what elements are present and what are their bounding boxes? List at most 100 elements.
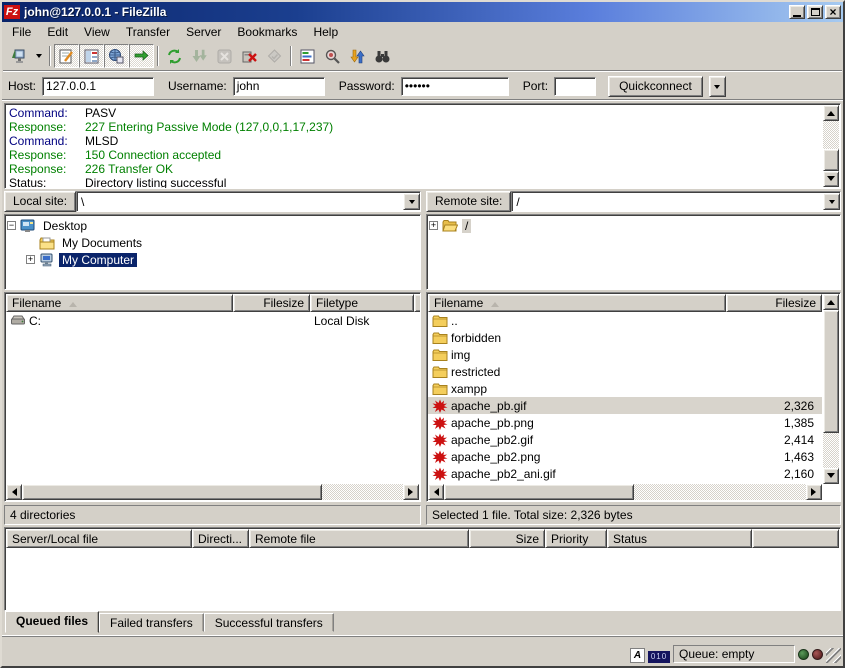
username-input[interactable]: john [233,77,325,96]
scrollbar-thumb[interactable] [823,310,839,433]
tree-item[interactable]: My Documents [7,234,418,251]
menu-item[interactable]: Edit [39,23,76,41]
toggle-transfer-queue-button[interactable] [129,44,154,68]
queue-tab[interactable]: Queued files [5,611,99,633]
column-header-filesize[interactable]: Filesize [726,294,822,312]
resize-grip[interactable] [826,648,841,663]
file-row[interactable]: restricted [428,363,822,380]
tree-item[interactable]: Desktop [7,217,418,234]
quickconnect-dropdown-button[interactable] [709,76,726,97]
directory-comparison-button[interactable] [320,44,345,68]
file-row[interactable]: apache_pb2_ani.gif 2,160 [428,465,822,482]
menu-item[interactable]: Transfer [118,23,178,41]
tree-expander[interactable] [7,221,16,230]
queue-header: Server/Local file Directi... Remote file… [6,529,839,548]
sort-ascending-icon [491,298,499,307]
queue-tab[interactable]: Failed transfers [99,613,204,632]
scrollbar-thumb[interactable] [444,484,634,500]
find-files-button[interactable] [370,44,395,68]
tree-expander[interactable] [429,221,438,230]
column-header-size[interactable]: Size [469,529,545,548]
scrollbar-thumb[interactable] [22,484,322,500]
column-header-filename[interactable]: Filename [428,294,726,312]
broken-image-icon [432,416,448,430]
maximize-button[interactable] [807,5,823,19]
quickconnect-button[interactable]: Quickconnect [608,76,703,97]
column-header-filename[interactable]: Filename [6,294,233,312]
file-row[interactable]: apache_pb2.png 1,463 [428,448,822,465]
menu-item[interactable]: Help [305,23,346,41]
site-manager-button[interactable] [6,44,31,68]
synchronized-browsing-button[interactable] [345,44,370,68]
column-header-priority[interactable]: Priority [545,529,607,548]
tree-expander[interactable] [26,255,35,264]
toggle-message-log-button[interactable] [54,44,79,68]
titlebar[interactable]: Fz john@127.0.0.1 - FileZilla × [2,2,843,22]
remote-site-combo[interactable]: / [511,191,841,212]
toolbar-separator [290,46,292,66]
scroll-up-button[interactable] [823,294,839,310]
scroll-down-button[interactable] [823,468,839,484]
file-row[interactable]: img [428,346,822,363]
menu-item[interactable]: View [76,23,118,41]
username-label: Username: [168,79,227,93]
process-queue-button[interactable] [187,44,212,68]
tree-item-label: My Documents [59,236,145,250]
remote-site-dropdown[interactable] [823,193,840,210]
file-row[interactable]: xampp [428,380,822,397]
drive-icon [10,314,26,328]
toggle-local-treeview-button[interactable] [79,44,104,68]
refresh-button[interactable] [162,44,187,68]
file-size: 2,414 [726,433,822,447]
reconnect-button[interactable] [262,44,287,68]
remote-vertical-scrollbar[interactable] [823,294,839,484]
scroll-down-button[interactable] [823,171,839,187]
file-row[interactable]: apache_pb.png 1,385 [428,414,822,431]
password-input[interactable]: •••••• [401,77,509,96]
scroll-left-button[interactable] [428,484,444,500]
scroll-up-button[interactable] [823,105,839,121]
tree-item[interactable]: My Computer [7,251,418,268]
column-header-remote-file[interactable]: Remote file [249,529,469,548]
toggle-remote-treeview-button[interactable] [104,44,129,68]
ascii-transfer-type-icon: A [630,648,645,663]
local-site-dropdown[interactable] [403,193,420,210]
message-log-scrollbar[interactable] [823,105,839,187]
file-row[interactable]: C: Local Disk [6,312,419,329]
file-row[interactable]: .. [428,312,822,329]
arrow-down-icon [827,473,835,482]
scroll-right-button[interactable] [403,484,419,500]
menu-item[interactable]: File [4,23,39,41]
remote-horizontal-scrollbar[interactable] [428,484,822,500]
menu-item[interactable]: Server [178,23,229,41]
column-header-lastmodified[interactable]: L [414,294,421,312]
folder-icon [432,382,448,396]
file-row[interactable]: forbidden [428,329,822,346]
local-horizontal-scrollbar[interactable] [6,484,419,500]
file-row[interactable]: apache_pb.gif 2,326 [428,397,822,414]
directory-listing-filters-button[interactable] [295,44,320,68]
column-header-filetype[interactable]: Filetype [310,294,414,312]
local-status-text: 4 directories [4,505,421,525]
column-header-server-local-file[interactable]: Server/Local file [6,529,192,548]
tree-item[interactable]: / [429,217,838,234]
column-header-direction[interactable]: Directi... [192,529,249,548]
menu-item[interactable]: Bookmarks [229,23,305,41]
column-header-status[interactable]: Status [607,529,752,548]
minimize-button[interactable] [789,5,805,19]
site-manager-dropdown-button[interactable] [31,44,46,68]
port-input[interactable] [554,77,596,96]
file-row[interactable]: apache_pb2.gif 2,414 [428,431,822,448]
host-input[interactable]: 127.0.0.1 [42,77,154,96]
file-name: apache_pb2_ani.gif [451,467,556,481]
scroll-right-button[interactable] [806,484,822,500]
close-button[interactable]: × [825,5,841,19]
queue-tab[interactable]: Successful transfers [204,613,334,632]
local-site-combo[interactable]: \ [76,191,421,212]
scrollbar-thumb[interactable] [823,149,839,171]
disconnect-button[interactable] [237,44,262,68]
column-header-filesize[interactable]: Filesize [233,294,310,312]
remote-site-label: Remote site: [426,191,511,212]
cancel-operation-button[interactable] [212,44,237,68]
scroll-left-button[interactable] [6,484,22,500]
